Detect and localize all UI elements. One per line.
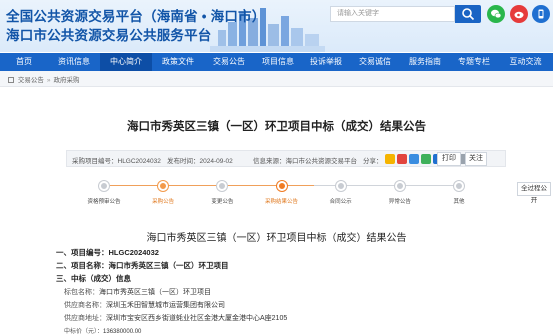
process-step-label-6[interactable]: 其他 [453, 197, 464, 205]
app-icon[interactable] [532, 5, 550, 23]
content-field-2: 供应商地址：深圳市宝安区西乡街道蚝业社区金港大厦金港中心A座2105 [64, 315, 288, 322]
process-step-dot-6[interactable] [454, 181, 464, 191]
site-title-line2: 海口市公共资源交易公共服务平台 [6, 28, 212, 43]
process-step-label-2[interactable]: 变更公告 [211, 197, 233, 205]
content-line-2: 三、中标（成交）信息 [56, 274, 131, 283]
process-step-label-0[interactable]: 资格预审公告 [87, 197, 120, 205]
nav-item-8[interactable]: 服务指南 [400, 53, 450, 71]
content-title: 海口市秀英区三镇（一区）环卫项目中标（成交）结果公告 [146, 233, 407, 244]
follow-button[interactable]: 关注 [465, 152, 487, 166]
project-no: 采购项目编号：HLGC2024032 [72, 158, 161, 165]
share-qq-icon[interactable] [409, 154, 419, 164]
main-nav: 首页 资讯信息 中心简介 政策文件 交易公告 项目信息 投诉举报 交易诚信 服务指南 专题专栏 互动… [0, 53, 553, 71]
breadcrumb-bar: 交易公告» 政府采购 [0, 71, 553, 87]
search-input[interactable]: 请输入关键字 [330, 6, 455, 22]
share-douban-icon[interactable] [421, 154, 431, 164]
weibo-icon[interactable] [510, 5, 528, 23]
process-step-label-5[interactable]: 异常公告 [389, 197, 411, 205]
process-step-dot-2[interactable] [217, 181, 228, 191]
process-step-dot-5[interactable] [394, 181, 405, 191]
print-button[interactable]: 打印 [437, 152, 461, 166]
home-icon[interactable] [8, 77, 14, 83]
nav-item-1[interactable]: 资讯信息 [48, 53, 100, 71]
content-line-0: 一、项目编号：HLGC2024032 [56, 248, 159, 257]
process-step-dot-1[interactable] [158, 181, 169, 191]
publish-time: 发布时间：2024-09-02 [167, 158, 233, 165]
site-header: 全国公共资源交易平台（海南省 • 海口市） 海口市公共资源交易公共服务平台 请输… [0, 0, 553, 52]
content-field-0: 标包名称：海口市秀英区三镇（一区）环卫项目 [64, 289, 211, 296]
share-qzone-icon[interactable] [385, 154, 395, 164]
info-source: 信息来源：海口市公共资源交易平台 [253, 158, 357, 165]
process-step-label-4[interactable]: 合同公示 [330, 197, 352, 205]
nav-item-0[interactable]: 首页 [0, 53, 48, 71]
process-step-label-3[interactable]: 采购结果公告 [265, 197, 298, 205]
nav-item-7[interactable]: 交易诚信 [350, 53, 400, 71]
nav-item-3[interactable]: 政策文件 [152, 53, 204, 71]
page-title: 海口市秀英区三镇（一区）环卫项目中标（成交）结果公告 [127, 121, 426, 133]
nav-item-2[interactable]: 中心简介 [100, 53, 152, 71]
content-line-1: 二、项目名称：海口市秀英区三镇（一区）环卫项目 [56, 261, 229, 270]
breadcrumb-item-notice[interactable]: 交易公告 [18, 77, 44, 84]
breadcrumb: 交易公告» 政府采购 [8, 74, 79, 84]
process-step-dot-0[interactable] [99, 181, 109, 191]
nav-item-6[interactable]: 投诉举报 [302, 53, 350, 71]
search-button[interactable] [455, 5, 481, 23]
share-label: 分享： [363, 158, 383, 165]
wechat-icon[interactable] [487, 5, 505, 23]
site-title-line1: 全国公共资源交易平台（海南省 • 海口市） [6, 9, 266, 24]
full-process-button[interactable]: 全过程公开 [517, 182, 551, 204]
process-step-dot-4[interactable] [335, 181, 346, 191]
nav-item-5[interactable]: 项目信息 [254, 53, 302, 71]
search-icon [462, 8, 475, 21]
process-stepper: 资格预审公告 采购公告 变更公告 采购结果公告 合同公示 异常公告 其他 [66, 175, 506, 207]
nav-item-9[interactable]: 专题专栏 [450, 53, 498, 71]
process-step-label-1[interactable]: 采购公告 [152, 197, 174, 205]
share-weibo-icon[interactable] [397, 154, 407, 164]
process-step-dot-3[interactable] [276, 181, 287, 191]
nav-item-10[interactable]: 互动交流 [498, 53, 553, 71]
content-field-1: 供应商名称：深圳玉禾田智慧城市运营集团有限公司 [64, 302, 225, 309]
breadcrumb-item-procurement[interactable]: 政府采购 [53, 77, 79, 84]
nav-item-4[interactable]: 交易公告 [204, 53, 254, 71]
